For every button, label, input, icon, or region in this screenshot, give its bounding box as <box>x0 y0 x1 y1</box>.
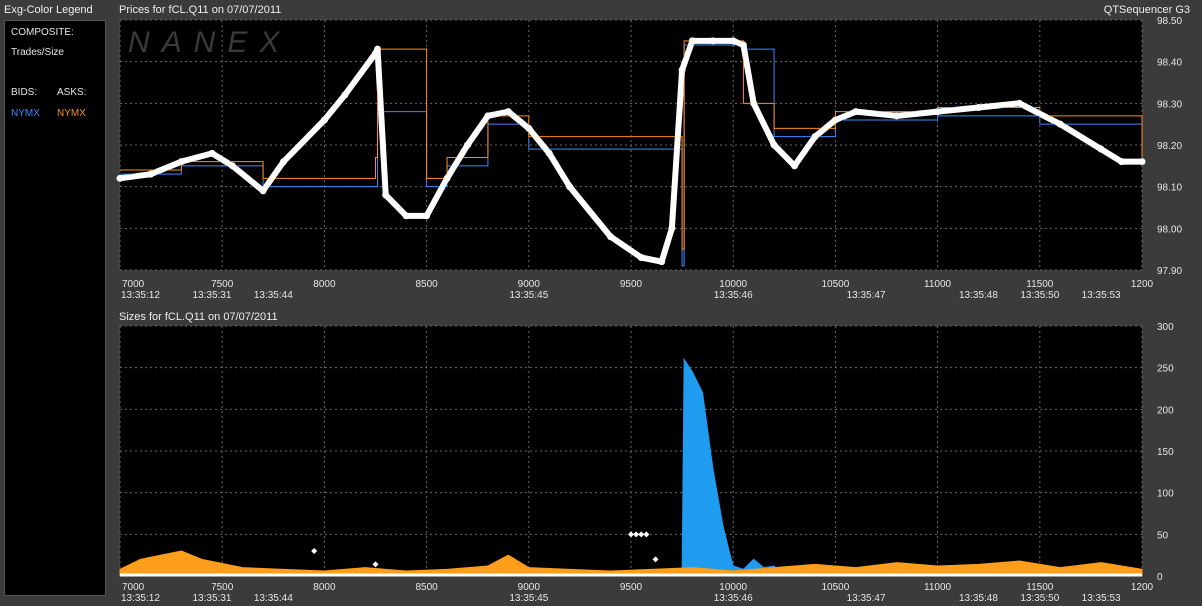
size-x-tick-label: 9500 <box>620 582 643 593</box>
price-time-label: 13:35:48 <box>959 290 998 301</box>
price-time-label: 13:35:50 <box>1020 290 1059 301</box>
size-time-label: 13:35:44 <box>254 593 293 604</box>
price-x-tick-label: 1200 <box>1131 279 1154 290</box>
price-y-tick-label: 98.00 <box>1157 224 1182 235</box>
price-x-tick-label: 8500 <box>415 279 438 290</box>
size-time-label: 13:35:46 <box>714 593 753 604</box>
size-x-tick-label: 11000 <box>924 582 952 593</box>
size-y-tick-label: 50 <box>1157 530 1169 541</box>
size-x-tick-label: 9000 <box>518 582 541 593</box>
charts-canvas: NANEX 7000 7500 8000 8500 9000 9500 10000 10500… <box>116 16 1182 604</box>
price-x-tick-label: 8000 <box>313 279 336 290</box>
price-time-label: 13:35:31 <box>193 290 232 301</box>
price-y-tick-label: 98.10 <box>1157 183 1182 194</box>
price-x-tick-label: 9500 <box>620 279 643 290</box>
price-time-label: 13:35:45 <box>509 290 548 301</box>
size-y-tick-label: 150 <box>1157 447 1174 458</box>
price-y-tick-label: 98.30 <box>1157 99 1182 110</box>
price-y-tick-label: 98.40 <box>1157 58 1182 69</box>
size-time-label: 13:35:45 <box>509 593 548 604</box>
size-time-label: 13:35:12 <box>121 593 160 604</box>
size-y-tick-label: 100 <box>1157 489 1174 500</box>
size-y-tick-label: 0 <box>1157 572 1163 583</box>
price-time-label: 13:35:53 <box>1082 290 1121 301</box>
size-time-label: 13:35:31 <box>193 593 232 604</box>
size-time-label: 13:35:50 <box>1020 593 1059 604</box>
nanex-watermark: NANEX <box>128 26 291 59</box>
size-x-tick-label: 8000 <box>313 582 336 593</box>
size-x-tick-label: 7000 <box>122 582 145 593</box>
price-x-tick-label: 7000 <box>122 279 145 290</box>
price-x-tick-label: 7500 <box>211 279 234 290</box>
price-x-tick-label: 11000 <box>924 279 952 290</box>
price-y-tick-label: 98.50 <box>1157 16 1182 27</box>
size-x-tick-label: 10500 <box>821 582 849 593</box>
price-time-label: 13:35:46 <box>714 290 753 301</box>
price-x-tick-label: 9000 <box>518 279 541 290</box>
price-time-label: 13:35:12 <box>121 290 160 301</box>
size-x-tick-label: 8500 <box>415 582 438 593</box>
price-y-tick-label: 97.90 <box>1157 266 1182 277</box>
size-y-tick-label: 200 <box>1157 405 1174 416</box>
size-time-label: 13:35:53 <box>1082 593 1121 604</box>
size-time-label: 13:35:47 <box>847 593 886 604</box>
price-time-label: 13:35:47 <box>847 290 886 301</box>
size-x-tick-label: 10000 <box>719 582 747 593</box>
price-x-tick-label: 10500 <box>821 279 849 290</box>
size-x-tick-label: 1200 <box>1131 582 1154 593</box>
size-y-tick-label: 250 <box>1157 364 1174 375</box>
price-time-label: 13:35:44 <box>254 290 293 301</box>
price-x-tick-label: 11500 <box>1026 279 1054 290</box>
price-x-tick-label: 10000 <box>719 279 747 290</box>
size-y-tick-label: 300 <box>1157 322 1174 333</box>
size-time-label: 13:35:48 <box>959 593 998 604</box>
price-y-tick-label: 98.20 <box>1157 141 1182 152</box>
size-x-tick-label: 7500 <box>211 582 234 593</box>
size-x-tick-label: 11500 <box>1026 582 1054 593</box>
